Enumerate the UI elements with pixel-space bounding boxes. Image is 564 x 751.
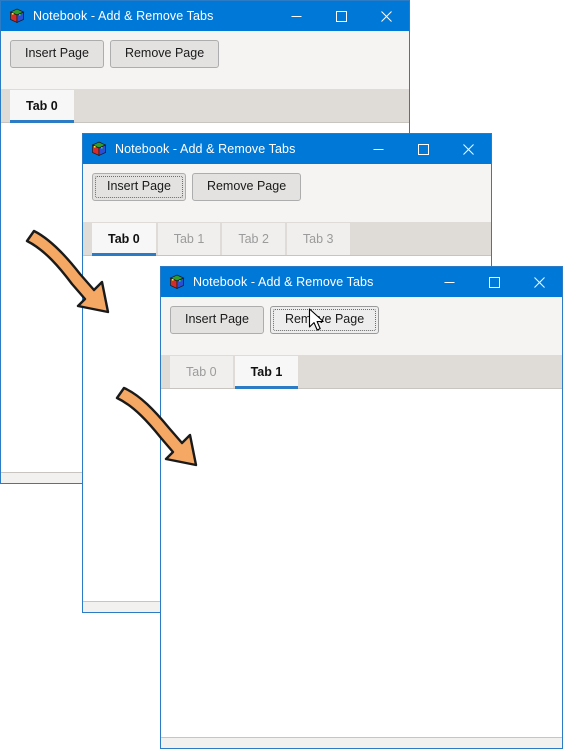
maximize-icon[interactable] (401, 134, 446, 164)
titlebar[interactable]: Notebook - Add & Remove Tabs (83, 134, 491, 164)
close-icon[interactable] (446, 134, 491, 164)
tab-label: Tab 0 (186, 365, 217, 379)
window-controls (356, 134, 491, 164)
toolbar: Insert Page Remove Page (1, 31, 409, 68)
tab-strip: Tab 0 Tab 1 (161, 354, 562, 389)
tab-tab-0[interactable]: Tab 0 (170, 355, 233, 389)
titlebar[interactable]: Notebook - Add & Remove Tabs (1, 1, 409, 31)
insert-page-button[interactable]: Insert Page (170, 306, 264, 334)
tab-label: Tab 0 (26, 99, 58, 113)
toolbar: Insert Page Remove Page (83, 164, 491, 201)
toolbar: Insert Page Remove Page (161, 297, 562, 334)
close-icon[interactable] (364, 1, 409, 31)
window-title: Notebook - Add & Remove Tabs (33, 9, 214, 23)
tab-label: Tab 1 (173, 232, 205, 246)
tab-tab-2[interactable]: Tab 2 (222, 222, 285, 256)
tab-strip: Tab 0 (1, 88, 409, 123)
notebook-page-content (161, 388, 562, 737)
toolbar-spacer (1, 67, 409, 89)
wx-cube-icon (91, 141, 107, 157)
insert-page-button[interactable]: Insert Page (92, 173, 186, 201)
toolbar-spacer (161, 333, 562, 355)
minimize-icon[interactable] (427, 267, 472, 297)
tab-label: Tab 1 (250, 365, 283, 379)
tab-tab-1[interactable]: Tab 1 (157, 222, 221, 256)
maximize-icon[interactable] (319, 1, 364, 31)
window-step-3[interactable]: Notebook - Add & Remove Tabs Insert Page… (160, 266, 563, 749)
tab-strip: Tab 0 Tab 1 Tab 2 Tab 3 (83, 221, 491, 256)
maximize-icon[interactable] (472, 267, 517, 297)
close-icon[interactable] (517, 267, 562, 297)
window-title: Notebook - Add & Remove Tabs (115, 142, 296, 156)
toolbar-spacer (83, 200, 491, 222)
tab-label: Tab 3 (302, 232, 334, 246)
minimize-icon[interactable] (274, 1, 319, 31)
window-controls (427, 267, 562, 297)
remove-page-button[interactable]: Remove Page (269, 306, 380, 334)
window-controls (274, 1, 409, 31)
remove-page-button[interactable]: Remove Page (109, 40, 220, 68)
tab-tab-0[interactable]: Tab 0 (10, 89, 74, 123)
wx-cube-icon (9, 8, 25, 24)
window-title: Notebook - Add & Remove Tabs (193, 275, 374, 289)
remove-page-button[interactable]: Remove Page (191, 173, 302, 201)
titlebar[interactable]: Notebook - Add & Remove Tabs (161, 267, 562, 297)
minimize-icon[interactable] (356, 134, 401, 164)
window-footer (161, 737, 562, 748)
tab-tab-1[interactable]: Tab 1 (234, 355, 299, 389)
tab-label: Tab 0 (108, 232, 140, 246)
tab-tab-3[interactable]: Tab 3 (286, 222, 350, 256)
insert-page-button[interactable]: Insert Page (10, 40, 104, 68)
wx-cube-icon (169, 274, 185, 290)
tab-label: Tab 2 (238, 232, 269, 246)
tab-tab-0[interactable]: Tab 0 (92, 222, 156, 256)
